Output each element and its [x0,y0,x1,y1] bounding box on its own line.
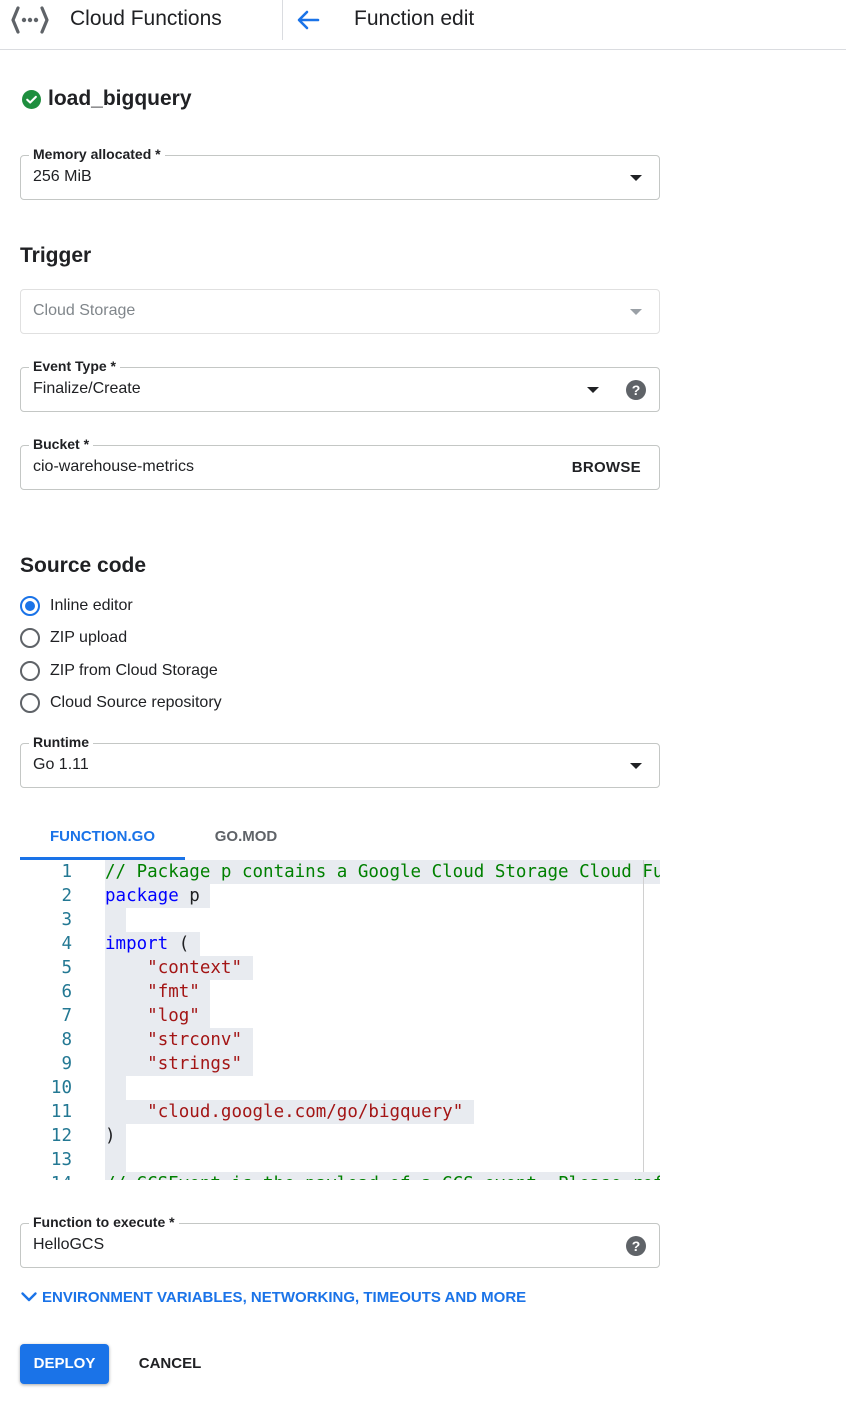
deploy-button[interactable]: DEPLOY [20,1344,109,1384]
code-text: package p [105,884,211,908]
radio-label: ZIP from Cloud Storage [50,662,218,679]
radio-button[interactable] [20,596,40,616]
event-type-label: Event Type * [29,357,120,375]
code-text: import ( [105,932,200,956]
arrow-back-icon[interactable] [294,6,322,34]
check-circle-icon [22,89,41,109]
code-line: 5 "context" [20,956,660,980]
bucket-field[interactable]: Bucket * cio-warehouse-metrics BROWSE [20,435,660,490]
function-name: load_bigquery [48,87,192,110]
radio-label: ZIP upload [50,629,128,646]
code-text: "context" [105,956,253,980]
line-number: 8 [61,1030,72,1050]
radio-button[interactable] [20,628,40,648]
function-to-execute-field[interactable]: Function to execute * HelloGCS ? [20,1213,660,1268]
source-code-heading: Source code [20,554,147,577]
code-line: 2 package p [20,884,660,908]
trigger-type-value: Cloud Storage [33,302,136,319]
header-divider [282,0,283,40]
function-to-execute-label: Function to execute * [29,1213,179,1231]
code-line: 7 "log" [20,1004,660,1028]
code-line: 14 // GCSEvent is the payload of a GCS ev… [20,1172,660,1180]
code-text: ) [105,1124,127,1148]
bucket-label: Bucket * [29,435,94,453]
code-line: 10 [20,1076,660,1100]
bucket-value: cio-warehouse-metrics [33,458,194,475]
code-line: 4 import ( [20,932,660,956]
code-text: "log" [105,1004,211,1028]
event-type-value: Finalize/Create [33,380,141,397]
product-name: Cloud Functions [70,7,222,30]
line-number: 1 [61,862,72,882]
trigger-type-select: Cloud Storage [20,289,660,334]
code-text: // Package p contains a Google Cloud Sto… [105,860,660,884]
app-header: Cloud Functions Function edit [0,0,846,50]
code-text: "strings" [105,1052,253,1076]
line-number: 6 [61,982,72,1002]
help-icon[interactable]: ? [626,380,646,400]
dropdown-arrow-icon [630,175,642,181]
memory-label: Memory allocated * [29,145,165,163]
help-icon[interactable]: ? [626,1236,646,1256]
cloud-functions-icon [11,6,49,34]
code-editor[interactable]: 1 // Package p contains a Google Cloud St… [20,860,660,1180]
tab-function-go[interactable]: FUNCTION.GO [20,820,185,860]
code-text [105,908,127,932]
cancel-button[interactable]: CANCEL [128,1344,212,1384]
line-number: 14 [20,1172,72,1180]
line-number: 10 [50,1078,72,1098]
dropdown-arrow-icon [630,309,642,315]
event-type-select[interactable]: Event Type * Finalize/Create ? [20,357,660,412]
page-title: Function edit [354,7,475,30]
runtime-label: Runtime [29,733,93,751]
editor-ruler [643,860,644,1172]
editor-tabs: FUNCTION.GO GO.MOD [20,820,660,860]
radio-cloud-source-repo[interactable]: Cloud Source repository [20,692,222,714]
line-number: 9 [61,1054,72,1074]
line-number: 2 [61,886,72,906]
code-text: "cloud.google.com/go/bigquery" [105,1100,474,1124]
radio-button[interactable] [20,661,40,681]
advanced-settings-link[interactable]: ENVIRONMENT VARIABLES, NETWORKING, TIMEO… [20,1288,526,1306]
line-number: 7 [61,1006,72,1026]
code-line: 6 "fmt" [20,980,660,1004]
browse-button[interactable]: BROWSE [572,459,641,476]
function-name-row: load_bigquery [22,86,192,112]
radio-zip-cloud-storage[interactable]: ZIP from Cloud Storage [20,660,218,682]
code-line: 3 [20,908,660,932]
line-number: 11 [50,1102,72,1122]
code-line: 1 // Package p contains a Google Cloud St… [20,860,660,884]
advanced-settings-label: ENVIRONMENT VARIABLES, NETWORKING, TIMEO… [42,1288,527,1306]
line-number: 4 [61,934,72,954]
code-text: // GCSEvent is the payload of a GCS even… [105,1172,660,1180]
code-text: "fmt" [105,980,211,1004]
dropdown-arrow-icon [587,387,599,393]
memory-select[interactable]: Memory allocated * 256 MiB [20,145,660,200]
code-line: 9 "strings" [20,1052,660,1076]
chevron-down-icon [21,1292,37,1302]
tab-go-mod[interactable]: GO.MOD [185,820,307,860]
radio-zip-upload[interactable]: ZIP upload [20,627,127,649]
code-text: "strconv" [105,1028,253,1052]
code-line: 11 "cloud.google.com/go/bigquery" [20,1100,660,1124]
runtime-select[interactable]: Runtime Go 1.11 [20,733,660,788]
code-line: 13 [20,1148,660,1172]
memory-value: 256 MiB [33,168,92,185]
code-line: 8 "strconv" [20,1028,660,1052]
line-number: 5 [61,958,72,978]
code-text [105,1076,127,1100]
code-line: 12) [20,1124,660,1148]
radio-button[interactable] [20,693,40,713]
trigger-heading: Trigger [20,244,92,267]
code-text [105,1148,127,1172]
dropdown-arrow-icon [630,763,642,769]
runtime-value: Go 1.11 [33,756,89,773]
line-number: 3 [61,910,72,930]
radio-label: Cloud Source repository [50,694,222,711]
line-number: 13 [50,1150,72,1170]
radio-label: Inline editor [50,597,133,614]
line-number: 12 [50,1126,72,1146]
radio-inline-editor[interactable]: Inline editor [20,595,133,617]
function-to-execute-value: HelloGCS [33,1236,105,1253]
